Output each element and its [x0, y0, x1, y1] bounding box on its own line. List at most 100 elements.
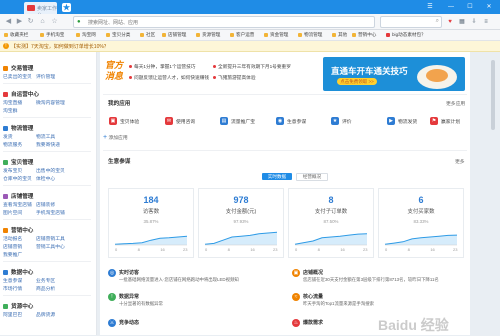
sidebar-link[interactable]: 手机淘宝店铺: [36, 209, 65, 216]
tab-realtime[interactable]: 实时数据: [262, 173, 292, 180]
bookmark-item[interactable]: 其他: [332, 32, 347, 38]
news-link[interactable]: 飞猪旅游提高体验: [213, 75, 256, 81]
sidebar-link[interactable]: 图片空间: [3, 209, 22, 216]
search-icon[interactable]: ⌕: [436, 18, 439, 25]
insight-item[interactable]: ⚔ 竞争动态: [108, 318, 288, 336]
minimize-icon[interactable]: —: [447, 3, 455, 11]
ad-banner[interactable]: 直通车开车通关技巧 点击免费领取 >>: [323, 57, 465, 91]
sparkline-tick-label: 16: [250, 247, 255, 252]
sidebar-section-title[interactable]: 货源中心: [3, 302, 33, 310]
sidebar-link[interactable]: 店铺营销工具: [36, 235, 65, 242]
bookmark-item[interactable]: 营销中心: [352, 32, 376, 38]
sidebar-link[interactable]: 出售中的宝贝: [36, 167, 65, 174]
bookmark-item[interactable]: 物流管理: [298, 32, 322, 38]
bookmark-item[interactable]: 店铺管理: [162, 32, 186, 38]
back-icon[interactable]: ◀: [4, 17, 13, 26]
sidebar-link[interactable]: 营销工具中心: [36, 243, 65, 250]
sparkline-area: [295, 233, 367, 245]
sidebar-link[interactable]: 发货: [3, 133, 13, 140]
sparkline-tick-label: 0: [295, 247, 298, 252]
insight-item[interactable]: ◎ 实时访客 一批基础网络流量进入·您店铺在网络跑动中将出现LED视频知: [108, 268, 288, 286]
sparkline-tick-label: 0: [115, 247, 118, 252]
stat-label: 支付金额(元): [225, 209, 257, 215]
ad-banner-button[interactable]: 点击免费领取 >>: [337, 78, 377, 85]
sidebar-link[interactable]: 淘宝直播: [3, 99, 22, 106]
download-icon[interactable]: ⇩: [470, 18, 478, 26]
more-icon[interactable]: ≡: [482, 18, 490, 26]
sidebar-section-title[interactable]: 营销中心: [3, 226, 33, 234]
scrollbar-thumb[interactable]: [491, 60, 495, 130]
grid-icon[interactable]: ▦: [458, 18, 466, 26]
stats-more-link[interactable]: 更多: [455, 158, 465, 165]
news-link[interactable]: 问题反馈让运营人才，如何快速赚钱: [129, 75, 209, 81]
sidebar-link[interactable]: 我要寄快递: [36, 141, 60, 148]
insight-item[interactable]: ! 数据异常 十分显著的有数据异常: [108, 292, 288, 310]
sidebar-link[interactable]: 体检中心: [36, 175, 55, 182]
sidebar-link[interactable]: 阿里巴巴: [3, 311, 22, 318]
search-input[interactable]: ⌕: [380, 16, 442, 28]
bookmark-item[interactable]: 社区: [140, 32, 155, 38]
sidebar-link[interactable]: 商品分析: [36, 285, 55, 292]
news-link[interactable]: 每天1分钟，掌握1个运营技巧: [129, 64, 195, 70]
bookmark-item[interactable]: 手机淘宝: [40, 32, 64, 38]
close-icon[interactable]: ✕: [485, 3, 493, 11]
notice-bar[interactable]: ! 【实测】7天淘宝，如何做到订单增长10%？: [0, 41, 500, 52]
bookmark-item[interactable]: 货源管理: [196, 32, 220, 38]
add-app-button[interactable]: + 添加应用: [103, 134, 128, 141]
stat-card-buyers[interactable]: 6 支付买家数 83.33% 0 8 16 23: [378, 188, 464, 258]
sidebar-link[interactable]: 业务专区: [36, 277, 55, 284]
favorite-icon[interactable]: ☆: [50, 17, 59, 26]
address-input[interactable]: ● 搜索网址、网站、应用: [73, 16, 375, 28]
sidebar-link[interactable]: 淘宝群: [3, 107, 17, 114]
stat-card-sub-orders[interactable]: 8 支付子订单数 87.50% 0 8 16 23: [288, 188, 374, 258]
bookmark-item[interactable]: 宝贝分类: [106, 32, 130, 38]
heart-icon[interactable]: ♥: [446, 18, 454, 26]
bullet-icon: [129, 64, 132, 68]
sidebar-link[interactable]: 店铺装修: [36, 201, 55, 208]
stat-value: 8: [328, 195, 334, 205]
bookmark-item[interactable]: 淘宝网: [76, 32, 96, 38]
sidebar-link[interactable]: 仓库中的宝贝: [3, 175, 32, 182]
bookmark-item[interactable]: 收藏夹栏: [4, 32, 28, 38]
insight-item[interactable]: ▣ 店铺概况 您店铺在近30天支付金额在第3层级下排行第8713名，较昨日下降11名: [292, 268, 472, 286]
sidebar-link[interactable]: 活动报名: [3, 235, 22, 242]
browser-title-bar: 卖家工作台 ★ ☰ — ☐ ✕: [0, 0, 500, 19]
sidebar-link[interactable]: 物流工具: [36, 133, 55, 140]
refresh-icon[interactable]: ↻: [26, 17, 35, 26]
stat-card-visitors[interactable]: 184 访客数 35.87% 0 8 16 23: [108, 188, 194, 258]
browser-tab[interactable]: 卖家工作台: [24, 2, 57, 19]
sidebar-link[interactable]: 微淘内容管理: [36, 99, 65, 106]
sidebar-link[interactable]: 物流服务: [3, 141, 22, 148]
sidebar-link[interactable]: 查看淘宝店铺: [3, 201, 32, 208]
sidebar-link[interactable]: 品牌货源: [36, 311, 55, 318]
sidebar-link[interactable]: 市场行情: [3, 285, 22, 292]
tab-overview[interactable]: 经营概况: [296, 173, 328, 181]
bookmark-item[interactable]: big动态素材包？: [386, 32, 426, 38]
forward-icon[interactable]: ▶: [15, 17, 24, 26]
sidebar-section-title[interactable]: 物流管理: [3, 124, 33, 132]
sidebar-link[interactable]: 店铺营销: [3, 243, 22, 250]
sidebar-link[interactable]: 发布宝贝: [3, 167, 22, 174]
bookmark-item[interactable]: 资金管理: [264, 32, 288, 38]
sidebar-link[interactable]: 已卖出的宝贝: [3, 73, 32, 80]
sidebar-section-title[interactable]: 交易管理: [3, 64, 33, 72]
flag-icon: ⚑: [430, 117, 438, 125]
sidebar-section-title[interactable]: 宝贝管理: [3, 158, 33, 166]
sidebar-link[interactable]: 我要推广: [3, 251, 22, 258]
bookmark-item[interactable]: 客户运营: [230, 32, 254, 38]
menu-icon[interactable]: ☰: [426, 3, 434, 11]
new-tab-icon[interactable]: ★: [62, 3, 71, 12]
truck-icon: ▶: [387, 117, 395, 125]
sidebar-section-title[interactable]: 数据中心: [3, 268, 33, 276]
stat-card-pay-amount[interactable]: 978 支付金额(元) 97.93% 0 8 16 23: [198, 188, 284, 258]
insight-item[interactable]: ≈ 核心流量 昨天手淘的Top1流量来源是手淘搜索: [292, 292, 472, 310]
sidebar-section-title[interactable]: 店铺管理: [3, 192, 33, 200]
sidebar-link[interactable]: 评价管理: [36, 73, 55, 80]
apps-more-link[interactable]: 更多应用: [446, 100, 465, 107]
sidebar-link[interactable]: 生意参谋: [3, 277, 22, 284]
folder-icon: [162, 32, 166, 37]
news-link[interactable]: 全新提升三年有效期下月1号要重罗: [213, 64, 291, 70]
home-icon[interactable]: ⌂: [38, 17, 47, 26]
maximize-icon[interactable]: ☐: [466, 3, 474, 11]
sidebar-section-title[interactable]: 自运营中心: [3, 90, 39, 98]
